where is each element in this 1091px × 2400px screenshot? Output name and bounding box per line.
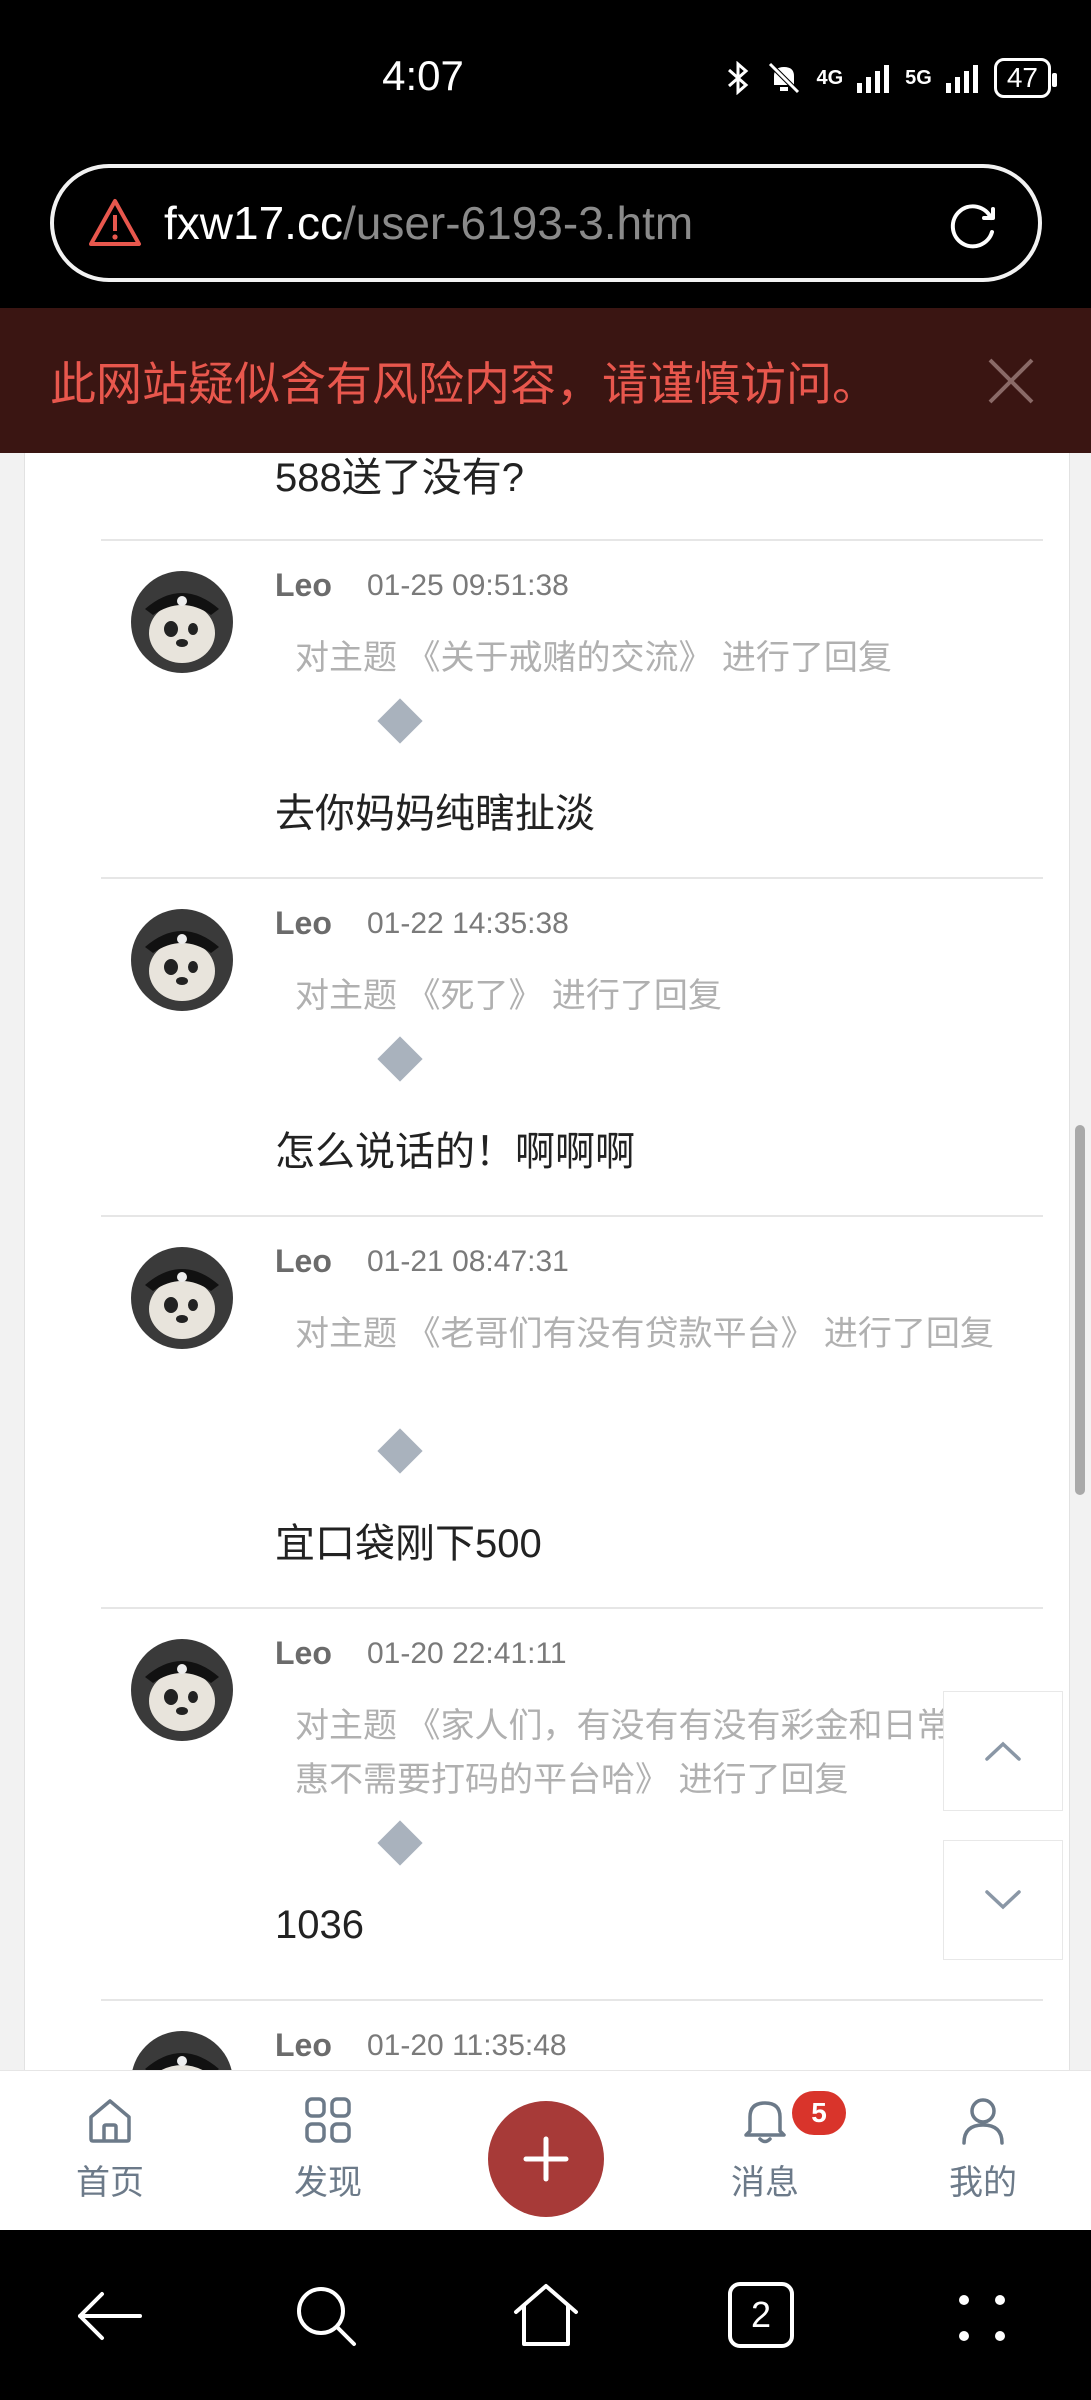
diamond-marker-icon xyxy=(377,1820,423,1866)
reply-text: 宜口袋刚下500 xyxy=(275,1522,542,1566)
reply-time: 01-21 08:47:31 xyxy=(367,1245,569,1278)
back-arrow-icon[interactable] xyxy=(72,2278,148,2354)
avatar[interactable] xyxy=(131,2031,233,2070)
reply-time: 01-20 22:41:11 xyxy=(367,1637,567,1670)
url-text[interactable]: fxw17.cc/user-6193-3.htm xyxy=(164,196,693,250)
reply-item[interactable]: Leo 01-22 14:35:38 对主题 《死了》 进行了回复 怎么说话的！… xyxy=(101,877,1043,1215)
reply-time: 01-20 11:35:48 xyxy=(367,2029,567,2062)
battery-indicator: 47 xyxy=(993,58,1058,98)
dog-avatar-icon xyxy=(131,1639,233,1741)
reply-text: 1036 xyxy=(275,1903,364,1947)
reply-text: 去你妈妈纯瞎扯淡 xyxy=(275,792,595,836)
tab-messages-label: 消息 xyxy=(731,2164,799,2202)
url-domain: fxw17.cc xyxy=(164,197,343,249)
tab-home[interactable]: 首页 xyxy=(50,2093,170,2204)
url-path: /user-6193-3.htm xyxy=(342,197,694,249)
dog-avatar-icon xyxy=(131,1247,233,1349)
home-icon[interactable] xyxy=(508,2278,584,2354)
tab-count: 2 xyxy=(750,2294,772,2335)
mute-bell-icon xyxy=(768,62,801,94)
reply-topic[interactable]: 对主题 《家人们，有没有有没有彩金和日常优惠不需要打码的平台哈》 进行了回复 xyxy=(295,1699,995,1807)
bottom-tab-bar: 首页 发现 消息 5 我的 xyxy=(0,2070,1091,2230)
status-time: 4:07 xyxy=(382,52,464,99)
username[interactable]: Leo xyxy=(275,2027,332,2064)
tab-switcher-button[interactable]: 2 xyxy=(728,2282,794,2348)
reply-item[interactable]: Leo 01-21 08:47:31 对主题 《老哥们有没有贷款平台》 进行了回… xyxy=(101,1215,1043,1607)
signal-5g-icon xyxy=(945,65,978,93)
user-icon xyxy=(962,2098,1004,2145)
reload-icon[interactable] xyxy=(944,196,1002,254)
signal-4g-icon xyxy=(857,65,890,93)
username[interactable]: Leo xyxy=(275,905,332,942)
tab-home-label: 首页 xyxy=(76,2164,144,2202)
home-icon xyxy=(89,2099,131,2143)
avatar[interactable] xyxy=(131,1247,233,1349)
status-bar: 4:07 4G 5G 47 xyxy=(0,0,1091,160)
search-icon[interactable] xyxy=(288,2278,364,2354)
diamond-marker-icon xyxy=(377,1428,423,1474)
reply-topic[interactable]: 对主题 《关于戒赌的交流》 进行了回复 xyxy=(295,631,995,685)
signal-5g-label: 5G xyxy=(905,66,932,89)
reply-topic[interactable]: 对主题 《老哥们有没有贷款平台》 进行了回复 xyxy=(295,1307,995,1361)
dog-avatar-icon xyxy=(131,2031,233,2070)
tab-mine-label: 我的 xyxy=(949,2164,1017,2202)
risk-warning-banner: 此网站疑似含有风险内容，请谨慎访问。 xyxy=(0,308,1091,453)
scroll-to-bottom-button[interactable] xyxy=(943,1840,1063,1960)
signal-4g-label: 4G xyxy=(816,66,844,89)
diamond-marker-icon xyxy=(377,698,423,744)
plus-icon xyxy=(523,2136,569,2182)
username[interactable]: Leo xyxy=(275,1635,332,1672)
address-bar[interactable]: fxw17.cc/user-6193-3.htm xyxy=(50,164,1042,282)
reply-time: 01-22 14:35:38 xyxy=(367,907,569,940)
username[interactable]: Leo xyxy=(275,567,332,604)
reply-text: 588送了没有? xyxy=(275,456,524,500)
avatar[interactable] xyxy=(131,571,233,673)
tab-discover-label: 发现 xyxy=(294,2164,362,2202)
close-icon[interactable] xyxy=(986,356,1036,406)
username[interactable]: Leo xyxy=(275,1243,332,1280)
grid-icon xyxy=(305,2097,351,2143)
messages-badge: 5 xyxy=(792,2091,846,2135)
reply-feed: 588送了没有? Leo 01-25 09:51:38 对主题 《关于戒赌的交流… xyxy=(0,453,1091,2070)
reply-item[interactable]: Leo 01-25 09:51:38 对主题 《关于戒赌的交流》 进行了回复 去… xyxy=(101,539,1043,877)
scroll-to-top-button[interactable] xyxy=(943,1691,1063,1811)
risk-warning-text: 此网站疑似含有风险内容，请谨慎访问。 xyxy=(50,357,878,410)
warning-triangle-icon[interactable] xyxy=(88,196,142,250)
tab-discover[interactable]: 发现 xyxy=(268,2093,388,2204)
status-icons: 4G 5G 47 xyxy=(726,58,1058,98)
menu-dots-icon[interactable] xyxy=(944,2278,1020,2354)
bluetooth-icon xyxy=(728,61,749,95)
reply-text: 怎么说话的！啊啊啊 xyxy=(275,1130,635,1174)
reply-item[interactable]: Leo 01-20 22:41:11 对主题 《家人们，有没有有没有彩金和日常优… xyxy=(101,1607,1043,1999)
reply-item[interactable]: Leo 01-20 11:35:48 xyxy=(101,1999,1043,2070)
bell-icon xyxy=(744,2101,786,2144)
dog-avatar-icon xyxy=(131,909,233,1011)
system-nav-bar: 2 xyxy=(0,2230,1091,2400)
diamond-marker-icon xyxy=(377,1036,423,1082)
chevron-down-icon xyxy=(985,1890,1021,1910)
scrollbar-thumb[interactable] xyxy=(1075,1125,1085,1495)
browser-toolbar: fxw17.cc/user-6193-3.htm xyxy=(0,150,1091,310)
reply-topic[interactable]: 对主题 《死了》 进行了回复 xyxy=(295,969,995,1023)
create-post-button[interactable] xyxy=(488,2101,604,2217)
reply-time: 01-25 09:51:38 xyxy=(367,569,569,602)
reply-list-card: 588送了没有? Leo 01-25 09:51:38 对主题 《关于戒赌的交流… xyxy=(24,453,1070,2070)
dog-avatar-icon xyxy=(131,571,233,673)
avatar[interactable] xyxy=(131,909,233,1011)
avatar[interactable] xyxy=(131,1639,233,1741)
chevron-up-icon xyxy=(985,1741,1021,1761)
tab-mine[interactable]: 我的 xyxy=(923,2093,1043,2204)
